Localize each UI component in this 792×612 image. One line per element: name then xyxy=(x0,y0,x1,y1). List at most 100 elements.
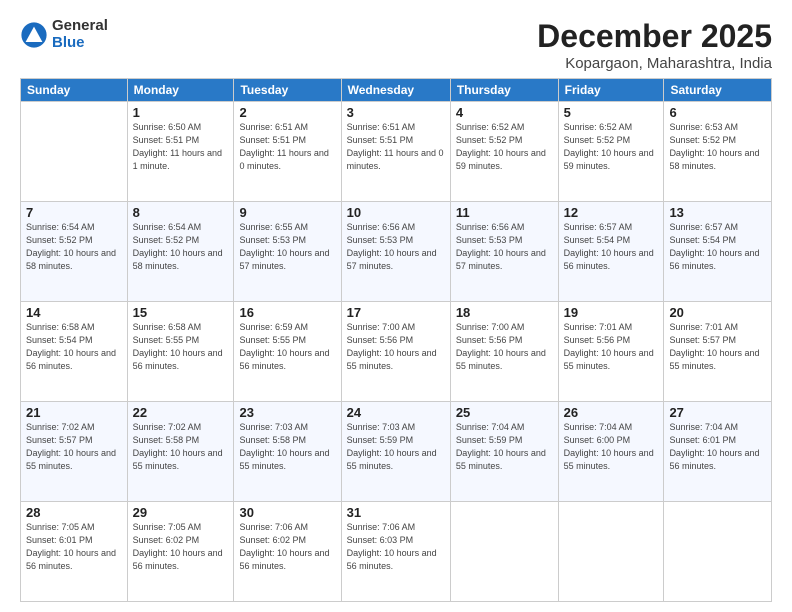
day-number: 22 xyxy=(133,405,229,420)
cell-info: Sunrise: 6:59 AM Sunset: 5:55 PM Dayligh… xyxy=(239,321,335,373)
calendar-cell: 19Sunrise: 7:01 AM Sunset: 5:56 PM Dayli… xyxy=(558,302,664,402)
cell-info: Sunrise: 7:06 AM Sunset: 6:02 PM Dayligh… xyxy=(239,521,335,573)
cell-info: Sunrise: 6:54 AM Sunset: 5:52 PM Dayligh… xyxy=(26,221,122,273)
calendar-cell: 29Sunrise: 7:05 AM Sunset: 6:02 PM Dayli… xyxy=(127,502,234,602)
week-row-5: 28Sunrise: 7:05 AM Sunset: 6:01 PM Dayli… xyxy=(21,502,772,602)
calendar-header-row: SundayMondayTuesdayWednesdayThursdayFrid… xyxy=(21,79,772,102)
cell-info: Sunrise: 6:51 AM Sunset: 5:51 PM Dayligh… xyxy=(347,121,445,173)
cell-info: Sunrise: 6:56 AM Sunset: 5:53 PM Dayligh… xyxy=(347,221,445,273)
location: Kopargaon, Maharashtra, India xyxy=(537,55,772,72)
calendar-cell: 21Sunrise: 7:02 AM Sunset: 5:57 PM Dayli… xyxy=(21,402,128,502)
day-number: 27 xyxy=(669,405,766,420)
calendar-cell: 31Sunrise: 7:06 AM Sunset: 6:03 PM Dayli… xyxy=(341,502,450,602)
week-row-4: 21Sunrise: 7:02 AM Sunset: 5:57 PM Dayli… xyxy=(21,402,772,502)
cell-info: Sunrise: 7:04 AM Sunset: 6:01 PM Dayligh… xyxy=(669,421,766,473)
day-number: 23 xyxy=(239,405,335,420)
calendar-cell: 8Sunrise: 6:54 AM Sunset: 5:52 PM Daylig… xyxy=(127,202,234,302)
day-header-wednesday: Wednesday xyxy=(341,79,450,102)
calendar-cell: 12Sunrise: 6:57 AM Sunset: 5:54 PM Dayli… xyxy=(558,202,664,302)
month-title: December 2025 xyxy=(537,18,772,55)
day-number: 12 xyxy=(564,205,659,220)
week-row-1: 1Sunrise: 6:50 AM Sunset: 5:51 PM Daylig… xyxy=(21,102,772,202)
calendar-cell: 20Sunrise: 7:01 AM Sunset: 5:57 PM Dayli… xyxy=(664,302,772,402)
day-number: 9 xyxy=(239,205,335,220)
day-header-sunday: Sunday xyxy=(21,79,128,102)
day-number: 14 xyxy=(26,305,122,320)
logo-icon xyxy=(20,21,48,49)
week-row-3: 14Sunrise: 6:58 AM Sunset: 5:54 PM Dayli… xyxy=(21,302,772,402)
day-number: 29 xyxy=(133,505,229,520)
day-number: 7 xyxy=(26,205,122,220)
day-number: 30 xyxy=(239,505,335,520)
day-number: 20 xyxy=(669,305,766,320)
day-number: 28 xyxy=(26,505,122,520)
day-number: 2 xyxy=(239,105,335,120)
calendar-cell: 28Sunrise: 7:05 AM Sunset: 6:01 PM Dayli… xyxy=(21,502,128,602)
calendar-cell: 11Sunrise: 6:56 AM Sunset: 5:53 PM Dayli… xyxy=(450,202,558,302)
cell-info: Sunrise: 6:53 AM Sunset: 5:52 PM Dayligh… xyxy=(669,121,766,173)
cell-info: Sunrise: 7:01 AM Sunset: 5:56 PM Dayligh… xyxy=(564,321,659,373)
cell-info: Sunrise: 7:05 AM Sunset: 6:02 PM Dayligh… xyxy=(133,521,229,573)
calendar-cell: 24Sunrise: 7:03 AM Sunset: 5:59 PM Dayli… xyxy=(341,402,450,502)
day-header-monday: Monday xyxy=(127,79,234,102)
day-number: 15 xyxy=(133,305,229,320)
calendar-cell xyxy=(664,502,772,602)
cell-info: Sunrise: 6:52 AM Sunset: 5:52 PM Dayligh… xyxy=(456,121,553,173)
calendar-cell: 1Sunrise: 6:50 AM Sunset: 5:51 PM Daylig… xyxy=(127,102,234,202)
title-block: December 2025 Kopargaon, Maharashtra, In… xyxy=(537,18,772,72)
calendar-cell: 17Sunrise: 7:00 AM Sunset: 5:56 PM Dayli… xyxy=(341,302,450,402)
cell-info: Sunrise: 7:03 AM Sunset: 5:58 PM Dayligh… xyxy=(239,421,335,473)
calendar-cell: 14Sunrise: 6:58 AM Sunset: 5:54 PM Dayli… xyxy=(21,302,128,402)
logo-text: General Blue xyxy=(52,18,108,51)
calendar-cell: 26Sunrise: 7:04 AM Sunset: 6:00 PM Dayli… xyxy=(558,402,664,502)
day-number: 1 xyxy=(133,105,229,120)
day-header-saturday: Saturday xyxy=(664,79,772,102)
cell-info: Sunrise: 6:54 AM Sunset: 5:52 PM Dayligh… xyxy=(133,221,229,273)
cell-info: Sunrise: 7:05 AM Sunset: 6:01 PM Dayligh… xyxy=(26,521,122,573)
calendar-cell: 30Sunrise: 7:06 AM Sunset: 6:02 PM Dayli… xyxy=(234,502,341,602)
day-number: 26 xyxy=(564,405,659,420)
cell-info: Sunrise: 6:55 AM Sunset: 5:53 PM Dayligh… xyxy=(239,221,335,273)
cell-info: Sunrise: 7:02 AM Sunset: 5:57 PM Dayligh… xyxy=(26,421,122,473)
day-number: 8 xyxy=(133,205,229,220)
calendar-cell: 5Sunrise: 6:52 AM Sunset: 5:52 PM Daylig… xyxy=(558,102,664,202)
cell-info: Sunrise: 6:52 AM Sunset: 5:52 PM Dayligh… xyxy=(564,121,659,173)
calendar-cell: 2Sunrise: 6:51 AM Sunset: 5:51 PM Daylig… xyxy=(234,102,341,202)
day-header-tuesday: Tuesday xyxy=(234,79,341,102)
cell-info: Sunrise: 6:57 AM Sunset: 5:54 PM Dayligh… xyxy=(564,221,659,273)
calendar-cell: 9Sunrise: 6:55 AM Sunset: 5:53 PM Daylig… xyxy=(234,202,341,302)
page: General Blue December 2025 Kopargaon, Ma… xyxy=(0,0,792,612)
cell-info: Sunrise: 7:00 AM Sunset: 5:56 PM Dayligh… xyxy=(456,321,553,373)
calendar-cell: 22Sunrise: 7:02 AM Sunset: 5:58 PM Dayli… xyxy=(127,402,234,502)
day-number: 4 xyxy=(456,105,553,120)
cell-info: Sunrise: 7:04 AM Sunset: 5:59 PM Dayligh… xyxy=(456,421,553,473)
week-row-2: 7Sunrise: 6:54 AM Sunset: 5:52 PM Daylig… xyxy=(21,202,772,302)
cell-info: Sunrise: 6:51 AM Sunset: 5:51 PM Dayligh… xyxy=(239,121,335,173)
cell-info: Sunrise: 7:00 AM Sunset: 5:56 PM Dayligh… xyxy=(347,321,445,373)
day-number: 25 xyxy=(456,405,553,420)
calendar-cell: 18Sunrise: 7:00 AM Sunset: 5:56 PM Dayli… xyxy=(450,302,558,402)
calendar-cell xyxy=(21,102,128,202)
cell-info: Sunrise: 7:01 AM Sunset: 5:57 PM Dayligh… xyxy=(669,321,766,373)
cell-info: Sunrise: 7:06 AM Sunset: 6:03 PM Dayligh… xyxy=(347,521,445,573)
cell-info: Sunrise: 6:58 AM Sunset: 5:54 PM Dayligh… xyxy=(26,321,122,373)
calendar-cell xyxy=(450,502,558,602)
day-number: 24 xyxy=(347,405,445,420)
calendar-cell: 4Sunrise: 6:52 AM Sunset: 5:52 PM Daylig… xyxy=(450,102,558,202)
day-number: 21 xyxy=(26,405,122,420)
day-number: 18 xyxy=(456,305,553,320)
cell-info: Sunrise: 6:56 AM Sunset: 5:53 PM Dayligh… xyxy=(456,221,553,273)
cell-info: Sunrise: 6:58 AM Sunset: 5:55 PM Dayligh… xyxy=(133,321,229,373)
day-number: 13 xyxy=(669,205,766,220)
calendar-cell: 13Sunrise: 6:57 AM Sunset: 5:54 PM Dayli… xyxy=(664,202,772,302)
day-header-thursday: Thursday xyxy=(450,79,558,102)
calendar-cell: 23Sunrise: 7:03 AM Sunset: 5:58 PM Dayli… xyxy=(234,402,341,502)
cell-info: Sunrise: 7:02 AM Sunset: 5:58 PM Dayligh… xyxy=(133,421,229,473)
day-number: 6 xyxy=(669,105,766,120)
day-number: 16 xyxy=(239,305,335,320)
calendar-cell: 16Sunrise: 6:59 AM Sunset: 5:55 PM Dayli… xyxy=(234,302,341,402)
logo-blue: Blue xyxy=(52,35,108,52)
calendar-cell: 15Sunrise: 6:58 AM Sunset: 5:55 PM Dayli… xyxy=(127,302,234,402)
day-number: 10 xyxy=(347,205,445,220)
day-number: 17 xyxy=(347,305,445,320)
